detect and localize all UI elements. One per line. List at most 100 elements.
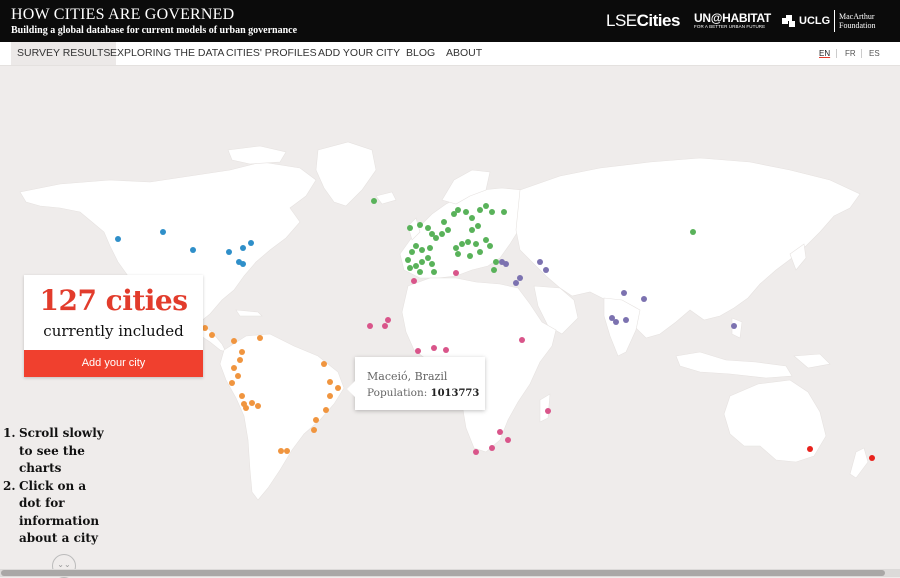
city-dot[interactable] [517,275,523,281]
nav-add-your-city[interactable]: ADD YOUR CITY [318,42,400,65]
city-dot[interactable] [455,251,461,257]
city-dot[interactable] [483,237,489,243]
city-dot[interactable] [407,265,413,271]
city-dot[interactable] [453,270,459,276]
nav-cities-profiles[interactable]: CITIES' PROFILES [226,42,317,65]
city-dot[interactable] [407,225,413,231]
city-dot[interactable] [493,259,499,265]
city-dot[interactable] [413,263,419,269]
city-dot[interactable] [469,215,475,221]
site-title[interactable]: HOW CITIES ARE GOVERNED [11,6,234,24]
city-dot[interactable] [425,255,431,261]
city-dot[interactable] [505,437,511,443]
city-dot[interactable] [463,209,469,215]
city-dot[interactable] [367,323,373,329]
city-dot[interactable] [483,203,489,209]
city-dot[interactable] [313,417,319,423]
city-dot[interactable] [543,267,549,273]
city-dot[interactable] [439,231,445,237]
city-dot[interactable] [453,245,459,251]
city-dot[interactable] [513,280,519,286]
city-dot[interactable] [278,448,284,454]
city-dot[interactable] [240,245,246,251]
city-dot[interactable] [433,235,439,241]
city-dot[interactable] [690,229,696,235]
city-dot[interactable] [477,249,483,255]
city-dot[interactable] [641,296,647,302]
city-dot[interactable] [425,225,431,231]
city-dot[interactable] [459,241,465,247]
city-dot[interactable] [489,445,495,451]
city-dot[interactable] [429,261,435,267]
city-dot[interactable] [869,455,875,461]
lang-fr[interactable]: FR [845,42,856,65]
scrollbar-thumb[interactable] [1,570,885,576]
city-dot[interactable] [477,207,483,213]
city-dot[interactable] [327,393,333,399]
add-your-city-button[interactable]: Add your city [24,350,203,377]
city-dot[interactable] [417,222,423,228]
city-dot[interactable] [417,269,423,275]
city-dot[interactable] [190,247,196,253]
city-dot[interactable] [501,209,507,215]
city-dot[interactable] [469,227,475,233]
city-dot[interactable] [431,269,437,275]
city-dot[interactable] [473,449,479,455]
city-dot[interactable] [231,338,237,344]
city-dot[interactable] [467,253,473,259]
lse-cities-logo[interactable]: LSE Cities [606,0,680,42]
city-dot[interactable] [473,241,479,247]
city-dot[interactable] [441,219,447,225]
city-dot[interactable] [415,348,421,354]
city-dot[interactable] [475,223,481,229]
city-dot[interactable] [807,446,813,452]
city-dot[interactable] [321,361,327,367]
city-dot[interactable] [248,240,254,246]
nav-survey-results[interactable]: SURVEY RESULTS [11,42,117,65]
city-dot[interactable] [545,408,551,414]
city-dot[interactable] [115,236,121,242]
city-dot[interactable] [419,259,425,265]
city-dot[interactable] [489,209,495,215]
city-dot[interactable] [236,259,242,265]
city-dot[interactable] [621,290,627,296]
macarthur-logo[interactable]: MacArthur Foundation [834,10,875,32]
city-dot[interactable] [427,245,433,251]
city-dot[interactable] [465,239,471,245]
city-dot[interactable] [239,393,245,399]
city-dot[interactable] [731,323,737,329]
city-dot[interactable] [503,261,509,267]
city-dot[interactable] [537,259,543,265]
uclg-logo[interactable]: UCLG [782,0,830,42]
city-dot[interactable] [335,385,341,391]
city-dot[interactable] [371,198,377,204]
lang-es[interactable]: ES [869,42,880,65]
nav-about[interactable]: ABOUT [446,42,482,65]
city-dot[interactable] [413,243,419,249]
city-dot[interactable] [497,429,503,435]
city-dot[interactable] [613,319,619,325]
city-dot[interactable] [284,448,290,454]
city-dot[interactable] [226,249,232,255]
nav-exploring-the-data[interactable]: EXPLORING THE DATA [110,42,224,65]
city-dot[interactable] [249,400,255,406]
city-dot[interactable] [327,379,333,385]
city-dot[interactable] [419,247,425,253]
city-dot[interactable] [257,335,263,341]
nav-blog[interactable]: BLOG [406,42,435,65]
city-dot[interactable] [411,278,417,284]
city-dot[interactable] [243,405,249,411]
city-dot[interactable] [235,373,241,379]
city-dot[interactable] [239,349,245,355]
city-dot[interactable] [519,337,525,343]
city-dot[interactable] [431,345,437,351]
city-dot[interactable] [160,229,166,235]
city-dot[interactable] [405,257,411,263]
city-dot[interactable] [209,332,215,338]
city-dot[interactable] [491,267,497,273]
city-dot[interactable] [385,317,391,323]
city-dot[interactable] [623,317,629,323]
lang-en[interactable]: EN [819,42,830,65]
city-dot[interactable] [255,403,261,409]
city-dot[interactable] [487,243,493,249]
